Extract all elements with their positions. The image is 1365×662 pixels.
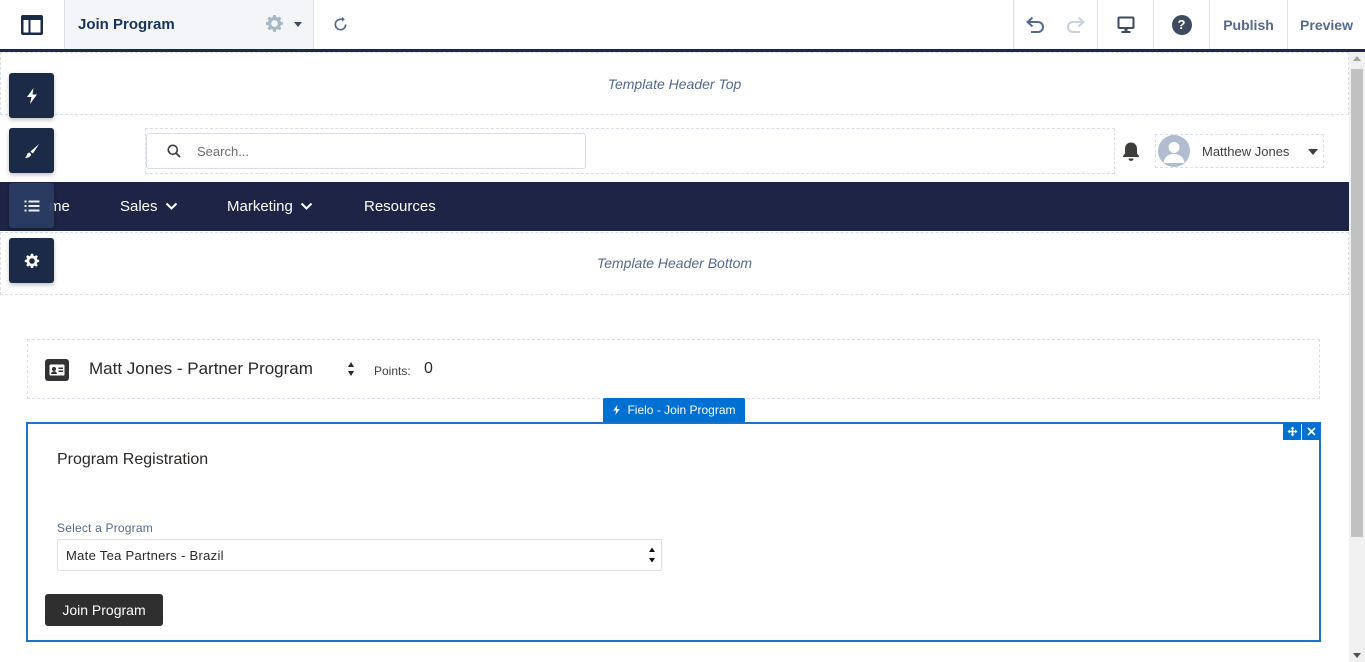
notifications-button[interactable] (1121, 141, 1141, 167)
join-program-component[interactable]: Program Registration Select a Program Ma… (26, 422, 1321, 642)
scroll-up-arrow[interactable] (1353, 56, 1361, 61)
member-name: Matt Jones - Partner Program (89, 359, 313, 378)
close-icon (1306, 427, 1316, 436)
chevron-down-icon[interactable] (294, 22, 302, 27)
undo-button[interactable] (1013, 0, 1055, 49)
join-program-button[interactable]: Join Program (45, 594, 163, 626)
desktop-icon (1117, 16, 1134, 33)
scroll-down-arrow[interactable] (1353, 653, 1361, 658)
main-navigation: me Sales Marketing Resources (0, 182, 1349, 231)
layout-icon (21, 14, 43, 35)
publish-button[interactable]: Publish (1209, 0, 1287, 49)
page-name: Join Program (78, 16, 175, 33)
refresh-button[interactable] (326, 0, 354, 49)
chevron-down-icon (300, 202, 313, 210)
select-arrows-icon (649, 547, 655, 563)
lightning-icon (613, 404, 621, 416)
close-button[interactable] (1302, 423, 1320, 440)
brush-icon (24, 143, 39, 158)
avatar (1158, 135, 1190, 167)
points-label: Points: (374, 364, 411, 378)
vertical-scrollbar[interactable] (1349, 52, 1365, 662)
page-structure-button[interactable] (9, 183, 54, 228)
header-bottom-label: Template Header Bottom (596, 255, 753, 271)
nav-item-label: Sales (120, 198, 158, 215)
layout-button[interactable] (0, 0, 64, 49)
gear-icon (24, 253, 39, 268)
page-canvas: Template Header Top Search... Matthew Jo… (0, 52, 1349, 662)
nav-item-sales[interactable]: Sales (120, 182, 178, 231)
theme-button[interactable] (9, 128, 54, 173)
contact-card-icon (45, 359, 69, 381)
program-select-value: Mate Tea Partners - Brazil (66, 547, 224, 563)
redo-button[interactable] (1055, 0, 1097, 49)
nav-item-label: Resources (364, 198, 436, 215)
component-tag[interactable]: Fielo - Join Program (603, 398, 745, 422)
page-selector[interactable]: Join Program (64, 0, 314, 49)
sort-arrows-icon[interactable] (346, 360, 356, 378)
scrollbar-thumb[interactable] (1351, 69, 1363, 537)
bell-icon (1123, 142, 1139, 161)
undo-icon (1025, 16, 1044, 33)
component-controls (1282, 423, 1320, 440)
program-select-label: Select a Program (57, 521, 153, 535)
nav-item-resources[interactable]: Resources (364, 182, 436, 231)
redo-icon (1067, 16, 1085, 33)
preview-button[interactable]: Preview (1287, 0, 1365, 49)
chevron-down-icon (165, 202, 177, 210)
registration-title: Program Registration (57, 451, 209, 468)
component-tag-label: Fielo - Join Program (627, 403, 736, 417)
device-preview-button[interactable] (1097, 0, 1153, 49)
header-top-label: Template Header Top (607, 76, 742, 92)
refresh-icon (333, 16, 347, 31)
help-icon: ? (1171, 14, 1192, 35)
profile-name: Matthew Jones (1202, 143, 1290, 159)
page-settings-button[interactable] (265, 14, 284, 38)
lightning-icon (26, 87, 37, 104)
chevron-down-icon (1308, 149, 1318, 155)
builder-toolbar: Join Program ? Publish Preview (0, 0, 1365, 52)
gear-icon (265, 14, 283, 32)
user-icon (1163, 142, 1185, 163)
move-icon (1287, 426, 1297, 437)
search-icon (167, 144, 181, 158)
list-icon (24, 200, 39, 211)
search-input[interactable]: Search... (146, 133, 586, 169)
points-value: 0 (424, 360, 433, 377)
program-select[interactable]: Mate Tea Partners - Brazil (57, 539, 662, 571)
settings-button[interactable] (9, 238, 54, 283)
nav-item-marketing[interactable]: Marketing (227, 182, 313, 231)
components-button[interactable] (9, 73, 54, 118)
profile-menu[interactable]: Matthew Jones (1155, 134, 1324, 168)
help-button[interactable]: ? (1153, 0, 1209, 49)
nav-item-label: Marketing (227, 198, 293, 215)
member-selector-bar[interactable]: Matt Jones - Partner Program Points: 0 (27, 339, 1320, 399)
move-button[interactable] (1283, 423, 1301, 440)
search-placeholder: Search... (197, 143, 250, 159)
